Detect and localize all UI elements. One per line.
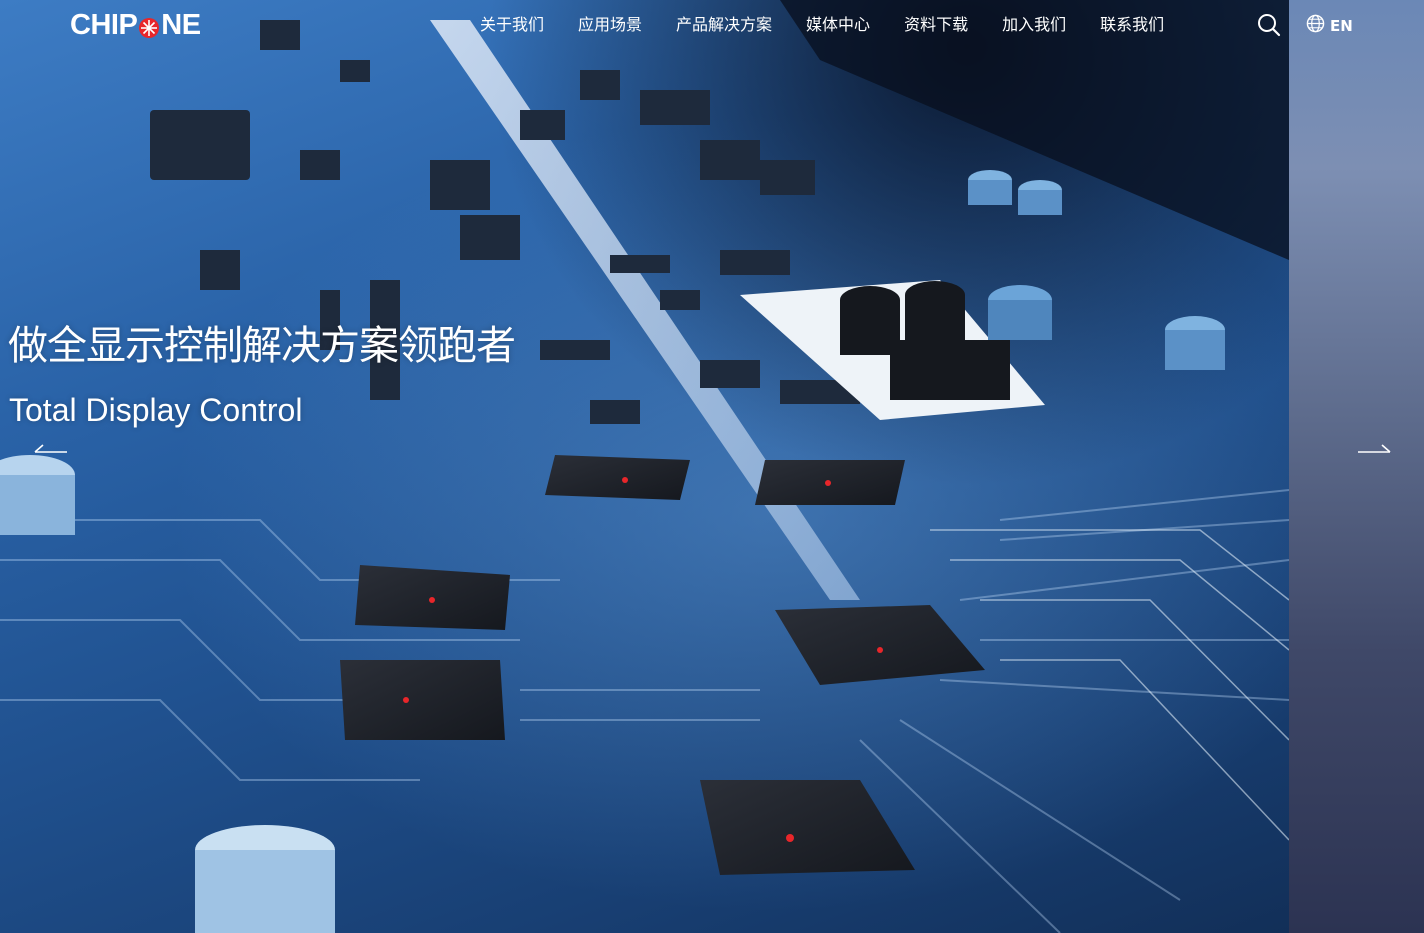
hero-subtitle: Total Display Control: [9, 392, 303, 428]
hero-banner-image: [0, 0, 1289, 933]
circuit-board-illustration: [0, 0, 1289, 933]
search-icon[interactable]: [1256, 12, 1282, 38]
hero-title: 做全显示控制解决方案领跑者: [8, 323, 516, 369]
site-header: CHIP NE 关于我们 应用场景 产品解决方案 媒体中心 资料下载 加入我们 …: [0, 0, 1424, 52]
chipone-logo[interactable]: CHIP NE: [70, 8, 201, 42]
globe-icon: [1306, 14, 1325, 37]
nav-item-media[interactable]: 媒体中心: [789, 13, 887, 37]
logo-text-left: CHIP: [70, 8, 138, 41]
language-switch[interactable]: EN: [1306, 14, 1353, 37]
nav-item-contact[interactable]: 联系我们: [1083, 13, 1181, 37]
main-navigation: 关于我们 应用场景 产品解决方案 媒体中心 资料下载 加入我们 联系我们: [463, 13, 1181, 37]
homepage: CHIP NE 关于我们 应用场景 产品解决方案 媒体中心 资料下载 加入我们 …: [0, 0, 1424, 933]
chip-graphics: [340, 455, 985, 875]
arrow-right-icon[interactable]: [1356, 442, 1392, 462]
arrow-left-icon[interactable]: [33, 442, 69, 462]
nav-item-applications[interactable]: 应用场景: [561, 13, 659, 37]
nav-item-products[interactable]: 产品解决方案: [659, 13, 789, 37]
language-label: EN: [1330, 16, 1353, 35]
right-side-panel: [1289, 0, 1424, 933]
nav-item-careers[interactable]: 加入我们: [985, 13, 1083, 37]
nav-item-downloads[interactable]: 资料下载: [887, 13, 985, 37]
logo-text-right: NE: [161, 8, 201, 41]
nav-item-about[interactable]: 关于我们: [463, 13, 561, 37]
logo-o-mark-icon: [138, 14, 160, 38]
